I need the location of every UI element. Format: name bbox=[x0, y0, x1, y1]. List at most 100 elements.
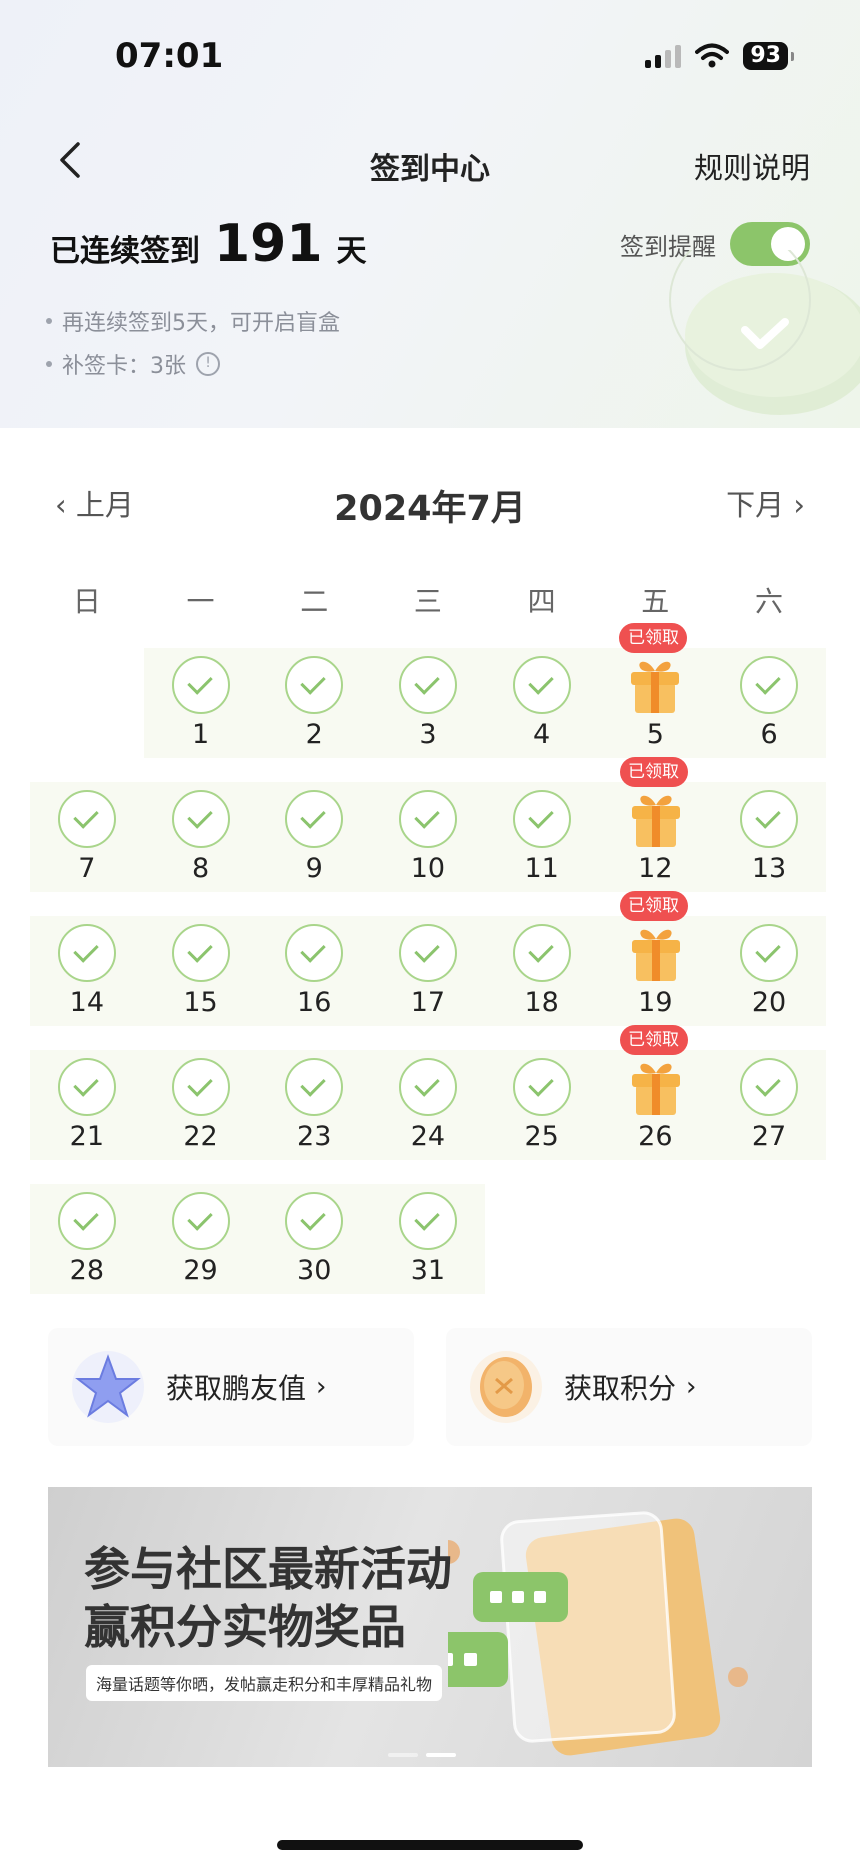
calendar-day[interactable]: 9 bbox=[257, 757, 371, 891]
check-icon bbox=[512, 924, 571, 982]
check-icon bbox=[399, 790, 458, 848]
day-number: 9 bbox=[305, 853, 323, 884]
calendar-day[interactable]: 16 bbox=[257, 891, 371, 1025]
next-month-button[interactable]: 下月 › bbox=[726, 482, 805, 524]
calendar-day[interactable]: 6 bbox=[712, 623, 826, 757]
calendar-day[interactable]: 15 bbox=[144, 891, 258, 1025]
gift-icon bbox=[631, 795, 680, 847]
gift-icon bbox=[631, 1063, 680, 1115]
claimed-badge: 已领取 bbox=[619, 623, 688, 653]
streak-days: 191 bbox=[214, 214, 323, 274]
check-icon bbox=[171, 656, 230, 714]
weekday-fri: 五 bbox=[641, 585, 670, 618]
calendar-day[interactable]: 11 bbox=[485, 757, 599, 891]
claimed-badge: 已领取 bbox=[619, 891, 688, 921]
calendar-day[interactable]: 31 bbox=[371, 1159, 485, 1293]
check-icon bbox=[285, 790, 344, 848]
rules-link[interactable]: 规则说明 bbox=[694, 145, 810, 187]
calendar-day[interactable]: 已领取 5 bbox=[598, 623, 712, 757]
check-icon bbox=[285, 1192, 344, 1250]
day-number: 3 bbox=[419, 719, 437, 750]
calendar-day[interactable]: 22 bbox=[144, 1025, 258, 1159]
check-icon bbox=[285, 1058, 344, 1116]
streak-prefix: 已连续签到 bbox=[50, 234, 200, 269]
calendar-day[interactable]: 14 bbox=[30, 891, 144, 1025]
calendar-day[interactable]: 27 bbox=[712, 1025, 826, 1159]
check-icon bbox=[399, 924, 458, 982]
check-icon bbox=[171, 790, 230, 848]
check-icon bbox=[740, 656, 799, 714]
calendar-day[interactable]: 13 bbox=[712, 757, 826, 891]
crystal-star-icon bbox=[72, 1351, 144, 1423]
calendar-day[interactable]: 7 bbox=[30, 757, 144, 891]
check-icon bbox=[399, 1192, 458, 1250]
day-number: 2 bbox=[305, 719, 323, 750]
day-number: 30 bbox=[297, 1255, 332, 1286]
calendar-day[interactable]: 24 bbox=[371, 1025, 485, 1159]
day-number: 5 bbox=[646, 719, 664, 750]
friend-value-label: 获取鹏友值 bbox=[166, 1372, 307, 1405]
check-icon bbox=[171, 1058, 230, 1116]
check-icon bbox=[740, 924, 799, 982]
calendar-day[interactable]: 已领取 19 bbox=[599, 891, 713, 1025]
weekday-sun: 日 bbox=[72, 585, 101, 618]
get-friend-value-card[interactable]: 获取鹏友值 › bbox=[48, 1328, 414, 1446]
calendar-day[interactable]: 29 bbox=[144, 1159, 258, 1293]
day-number: 14 bbox=[69, 987, 105, 1018]
info-icon[interactable]: ! bbox=[196, 352, 220, 376]
check-icon bbox=[740, 790, 799, 848]
calendar-day[interactable]: 2 bbox=[257, 623, 371, 757]
day-number: 8 bbox=[191, 853, 210, 884]
calendar-day[interactable]: 3 bbox=[371, 623, 485, 757]
calendar-day[interactable]: 25 bbox=[485, 1025, 599, 1159]
calendar-day[interactable]: 10 bbox=[371, 757, 485, 891]
weekday-sat: 六 bbox=[754, 585, 783, 618]
calendar-day[interactable]: 1 bbox=[144, 623, 258, 757]
calendar-week-row: 1 2 3 4 已领取 5 6 bbox=[143, 623, 826, 758]
calendar-day[interactable]: 20 bbox=[712, 891, 826, 1025]
calendar-day[interactable]: 23 bbox=[257, 1025, 371, 1159]
calendar-day[interactable]: 已领取 12 bbox=[599, 757, 713, 891]
check-icon bbox=[285, 656, 344, 714]
day-number: 21 bbox=[69, 1121, 105, 1152]
day-number: 11 bbox=[524, 853, 559, 884]
day-number: 31 bbox=[410, 1255, 446, 1286]
checkmark-coin-illustration bbox=[669, 250, 860, 415]
calendar-day[interactable]: 30 bbox=[257, 1159, 371, 1293]
status-icons: 93 bbox=[645, 42, 794, 70]
gift-icon bbox=[631, 661, 680, 713]
day-number: 15 bbox=[183, 987, 218, 1018]
check-icon bbox=[399, 1058, 458, 1116]
gift-icon bbox=[631, 929, 680, 981]
day-number: 22 bbox=[183, 1121, 218, 1152]
get-points-card[interactable]: 获取积分 › bbox=[446, 1328, 812, 1446]
calendar-day[interactable]: 18 bbox=[485, 891, 599, 1025]
day-number: 17 bbox=[410, 987, 446, 1018]
calendar-day[interactable]: 8 bbox=[144, 757, 258, 891]
calendar-day[interactable]: 28 bbox=[30, 1159, 144, 1293]
check-icon bbox=[58, 790, 116, 848]
calendar-day[interactable]: 4 bbox=[485, 623, 599, 757]
activity-banner[interactable]: 参与社区最新活动 赢积分实物奖品 海量话题等你晒，发帖赢走积分和丰厚精品礼物 bbox=[48, 1487, 812, 1767]
coin-icon bbox=[470, 1351, 542, 1423]
check-icon bbox=[171, 924, 230, 982]
calendar-week-row: 21 22 23 24 25 已领取 26 27 bbox=[30, 1025, 826, 1160]
status-time: 07:01 bbox=[115, 36, 224, 76]
day-number: 4 bbox=[533, 719, 551, 750]
carousel-indicator bbox=[388, 1753, 456, 1757]
calendar-day[interactable]: 已领取 26 bbox=[599, 1025, 713, 1159]
check-icon bbox=[58, 1058, 116, 1116]
check-icon bbox=[740, 1058, 799, 1116]
signal-icon bbox=[645, 44, 682, 68]
day-number: 19 bbox=[638, 987, 673, 1018]
calendar-nav: ‹ 上月 2024年7月 下月 › bbox=[0, 480, 860, 530]
day-number: 1 bbox=[191, 719, 210, 750]
phone-chat-illustration bbox=[448, 1511, 748, 1756]
calendar-week-row: 28 29 30 31 bbox=[30, 1184, 485, 1294]
day-number: 13 bbox=[751, 853, 787, 884]
calendar-day[interactable]: 21 bbox=[30, 1025, 144, 1159]
calendar-day[interactable]: 17 bbox=[371, 891, 485, 1025]
check-icon bbox=[285, 924, 344, 982]
check-icon bbox=[399, 656, 458, 714]
weekday-thu: 四 bbox=[527, 585, 556, 618]
